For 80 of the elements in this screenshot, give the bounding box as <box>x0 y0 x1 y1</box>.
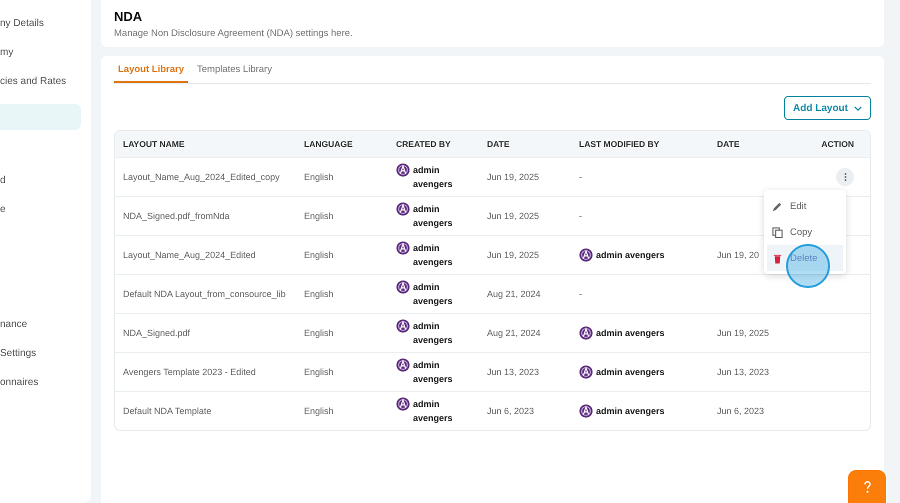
column-header: DATE <box>486 139 511 149</box>
created-by-name: admin avengers <box>413 164 454 191</box>
language-cell-text: English <box>303 250 335 260</box>
language-cell-text: English <box>303 406 335 416</box>
sidebar-item[interactable]: Settings <box>0 344 91 373</box>
language-cell-text: English <box>303 289 335 299</box>
language-cell-text: English <box>303 328 335 338</box>
avatar-icon <box>396 397 410 411</box>
sidebar-item[interactable]: onnaires <box>0 373 91 402</box>
layout-name-cell-text: Layout_Name_Aug_2024_Edited <box>122 250 257 260</box>
date-cell-text: Jun 19, 2025 <box>486 172 540 182</box>
language-cell-text: English <box>303 172 335 182</box>
modified-by-name: admin avengers <box>596 366 665 379</box>
language-cell-text: English <box>303 211 335 221</box>
modified-by-name: admin avengers <box>596 405 665 418</box>
layout-name-cell-text: Default NDA Layout_from_consource_lib <box>122 289 287 299</box>
sidebar-item[interactable]: ny Details <box>0 14 91 43</box>
avatar-icon <box>396 241 410 255</box>
copy-icon <box>772 226 783 238</box>
date-cell-text: Jun 19, 2025 <box>486 250 540 260</box>
more-vertical-icon <box>844 172 846 182</box>
avatar-icon <box>396 280 410 294</box>
tab[interactable]: Templates Library <box>193 62 276 83</box>
created-by-name: admin avengers <box>413 242 454 269</box>
avatar-icon <box>579 248 593 262</box>
modified-by-name: - <box>579 289 582 299</box>
page-subtitle: Manage Non Disclosure Agreement (NDA) settings here. <box>114 28 354 39</box>
modified-date-cell: Jun 6, 2023 <box>717 406 764 416</box>
modified-date-cell: Jun 13, 2023 <box>717 367 770 377</box>
date-cell-text: Aug 21, 2024 <box>486 289 542 299</box>
layout-name-cell-text: Layout_Name_Aug_2024_Edited_copy <box>122 172 281 182</box>
column-header: DATE <box>716 139 741 149</box>
avatar-icon <box>579 365 593 379</box>
date-cell-text: Aug 21, 2024 <box>486 328 542 338</box>
modified-by-name: admin avengers <box>596 327 665 340</box>
sidebar-item[interactable]: cies and Rates <box>0 72 91 101</box>
modified-by-name: - <box>579 172 582 182</box>
column-header: CREATED BY <box>395 139 452 149</box>
modified-date-cell: Jun 19, 2025 <box>717 328 770 338</box>
modified-by-name: - <box>579 211 582 221</box>
layout-name-cell-text: NDA_Signed.pdf_fromNda <box>122 211 231 221</box>
chevron-down-icon <box>854 106 862 110</box>
page-title: NDA <box>114 9 144 24</box>
click-highlight <box>786 244 830 288</box>
avatar-icon <box>579 404 593 418</box>
created-by-name: admin avengers <box>413 398 454 425</box>
avatar-icon <box>579 326 593 340</box>
avatar-icon <box>396 319 410 333</box>
more-options-button[interactable] <box>836 168 854 186</box>
column-header: LAST MODIFIED BY <box>578 139 660 149</box>
menu-item[interactable]: Copy <box>767 219 843 245</box>
modified-date-cell: Jun 19, 20 <box>717 250 760 260</box>
date-cell-text: Jun 6, 2023 <box>486 406 536 416</box>
column-header: ACTION <box>820 139 855 149</box>
layout-name-cell-text: Default NDA Template <box>122 406 212 416</box>
created-by-name: admin avengers <box>413 320 454 347</box>
date-cell-text: Jun 19, 2025 <box>486 211 540 221</box>
trash-icon <box>772 252 783 264</box>
sidebar-item[interactable]: my <box>0 43 91 72</box>
language-cell-text: English <box>303 367 335 377</box>
pencil-icon <box>772 200 783 212</box>
add-layout-button[interactable]: Add Layout <box>784 96 871 120</box>
menu-item[interactable]: Edit <box>767 193 843 219</box>
sidebar-item[interactable]: nance <box>0 315 91 344</box>
column-header: LAYOUT NAME <box>122 139 186 149</box>
avatar-icon <box>396 202 410 216</box>
avatar-icon <box>396 358 410 372</box>
question-mark-icon <box>862 480 872 494</box>
sidebar-item[interactable]: e <box>0 200 91 229</box>
column-header: LANGUAGE <box>303 139 354 149</box>
created-by-name: admin avengers <box>413 359 454 386</box>
layout-name-cell-text: Avengers Template 2023 - Edited <box>122 367 257 377</box>
help-button[interactable] <box>848 470 886 503</box>
modified-by-name: admin avengers <box>596 249 665 262</box>
created-by-name: admin avengers <box>413 203 454 230</box>
layout-name-cell-text: NDA_Signed.pdf <box>122 328 192 338</box>
sidebar-item[interactable]: d <box>0 171 91 200</box>
date-cell-text: Jun 13, 2023 <box>486 367 540 377</box>
avatar-icon <box>396 163 410 177</box>
created-by-name: admin avengers <box>413 281 454 308</box>
